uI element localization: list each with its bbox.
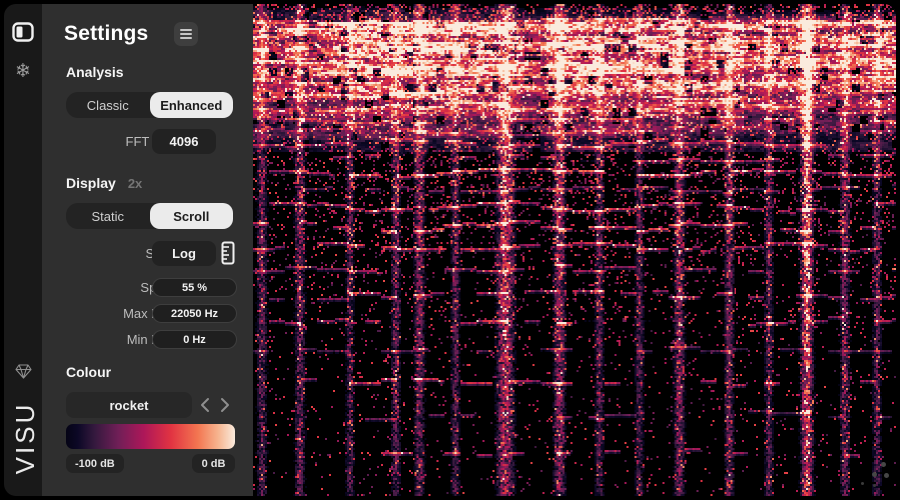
analysis-option-classic[interactable]: Classic xyxy=(66,92,150,118)
analysis-option-enhanced[interactable]: Enhanced xyxy=(150,92,234,118)
speed-row: Speed 55 % xyxy=(42,278,253,297)
display-section-label: Display2x xyxy=(66,175,142,191)
left-rail: ❄ VISU xyxy=(4,4,42,496)
page-title: Settings xyxy=(64,22,148,46)
analysis-mode-toggle: Classic Enhanced xyxy=(66,92,233,118)
spectrogram-view xyxy=(253,4,896,496)
palette-next-button[interactable] xyxy=(218,396,232,414)
plugin-window: ❄ VISU Settings Analysis Classic Enhance… xyxy=(4,4,896,496)
scale-row: Scale Log xyxy=(42,240,253,266)
gem-icon xyxy=(15,364,32,384)
spectrogram-canvas[interactable] xyxy=(253,4,896,496)
colour-section-label: Colour xyxy=(66,364,111,380)
gem-button[interactable] xyxy=(4,364,42,384)
display-option-scroll[interactable]: Scroll xyxy=(150,203,234,229)
snowflake-icon: ❄ xyxy=(15,62,31,81)
db-ceiling-value[interactable]: 0 dB xyxy=(192,454,235,473)
panel-header: Settings xyxy=(64,19,235,49)
palette-prev-button[interactable] xyxy=(198,396,212,414)
fft-size-value[interactable]: 4096 xyxy=(152,129,216,154)
max-freq-row: Max Freq 22050 Hz xyxy=(42,304,253,323)
speed-value[interactable]: 55 % xyxy=(152,278,237,297)
ruler-icon[interactable] xyxy=(221,241,237,265)
display-mode-toggle: Static Scroll xyxy=(66,203,233,229)
visu-logo: VISU xyxy=(8,388,42,488)
menu-button[interactable] xyxy=(174,22,198,46)
fft-size-row: FFT Size 4096 xyxy=(42,129,253,154)
db-floor-value[interactable]: -100 dB xyxy=(66,454,124,473)
palette-selector[interactable]: rocket xyxy=(66,392,192,418)
freeze-button[interactable]: ❄ xyxy=(4,56,42,86)
max-freq-value[interactable]: 22050 Hz xyxy=(152,304,237,323)
scale-value[interactable]: Log xyxy=(152,241,216,266)
resize-grip[interactable] xyxy=(852,462,896,496)
min-freq-row: Min Freq 0 Hz xyxy=(42,330,253,349)
display-option-static[interactable]: Static xyxy=(66,203,150,229)
colormap-gradient-bar[interactable] xyxy=(66,424,235,449)
sidebar-panel-icon xyxy=(11,20,35,49)
min-freq-value[interactable]: 0 Hz xyxy=(152,330,237,349)
display-2x-badge: 2x xyxy=(128,176,142,191)
sidebar-toggle-button[interactable] xyxy=(4,19,42,49)
analysis-section-label: Analysis xyxy=(66,64,124,80)
settings-panel: Settings Analysis Classic Enhanced FFT S… xyxy=(42,4,253,496)
